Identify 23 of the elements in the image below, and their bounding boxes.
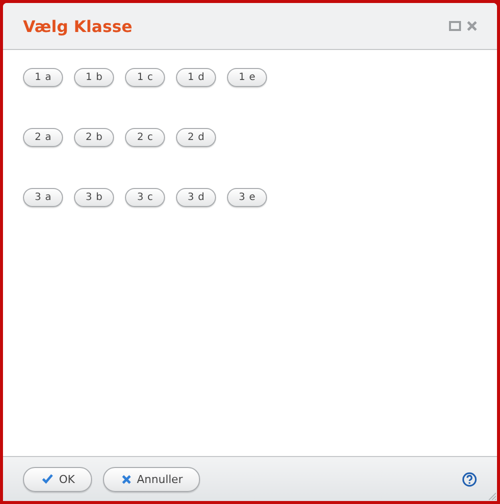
class-button[interactable]: 2c [125,128,165,147]
resize-grip-icon[interactable] [488,492,496,500]
class-button[interactable]: 3c [125,188,165,207]
class-button[interactable]: 3a [23,188,63,207]
class-button[interactable]: 3d [176,188,216,207]
help-icon[interactable] [462,472,477,486]
class-button[interactable]: 1c [125,68,165,87]
class-button[interactable]: 2d [176,128,216,147]
class-button[interactable]: 1a [23,68,63,87]
cross-icon [122,474,131,484]
class-button[interactable]: 3e [227,188,267,207]
close-icon[interactable] [467,21,477,31]
class-button[interactable]: 2b [74,128,114,147]
class-button[interactable]: 3b [74,188,114,207]
class-button[interactable]: 1d [176,68,216,87]
class-button[interactable]: 2a [23,128,63,147]
class-button[interactable]: 1e [227,68,267,87]
class-button[interactable]: 1b [74,68,114,87]
ok-button[interactable]: OK [23,466,92,492]
maximize-icon[interactable] [449,21,461,31]
cancel-button[interactable]: Annuller [102,466,200,492]
checkmark-icon [42,474,53,484]
window-title: Vælg Klasse [23,16,132,36]
